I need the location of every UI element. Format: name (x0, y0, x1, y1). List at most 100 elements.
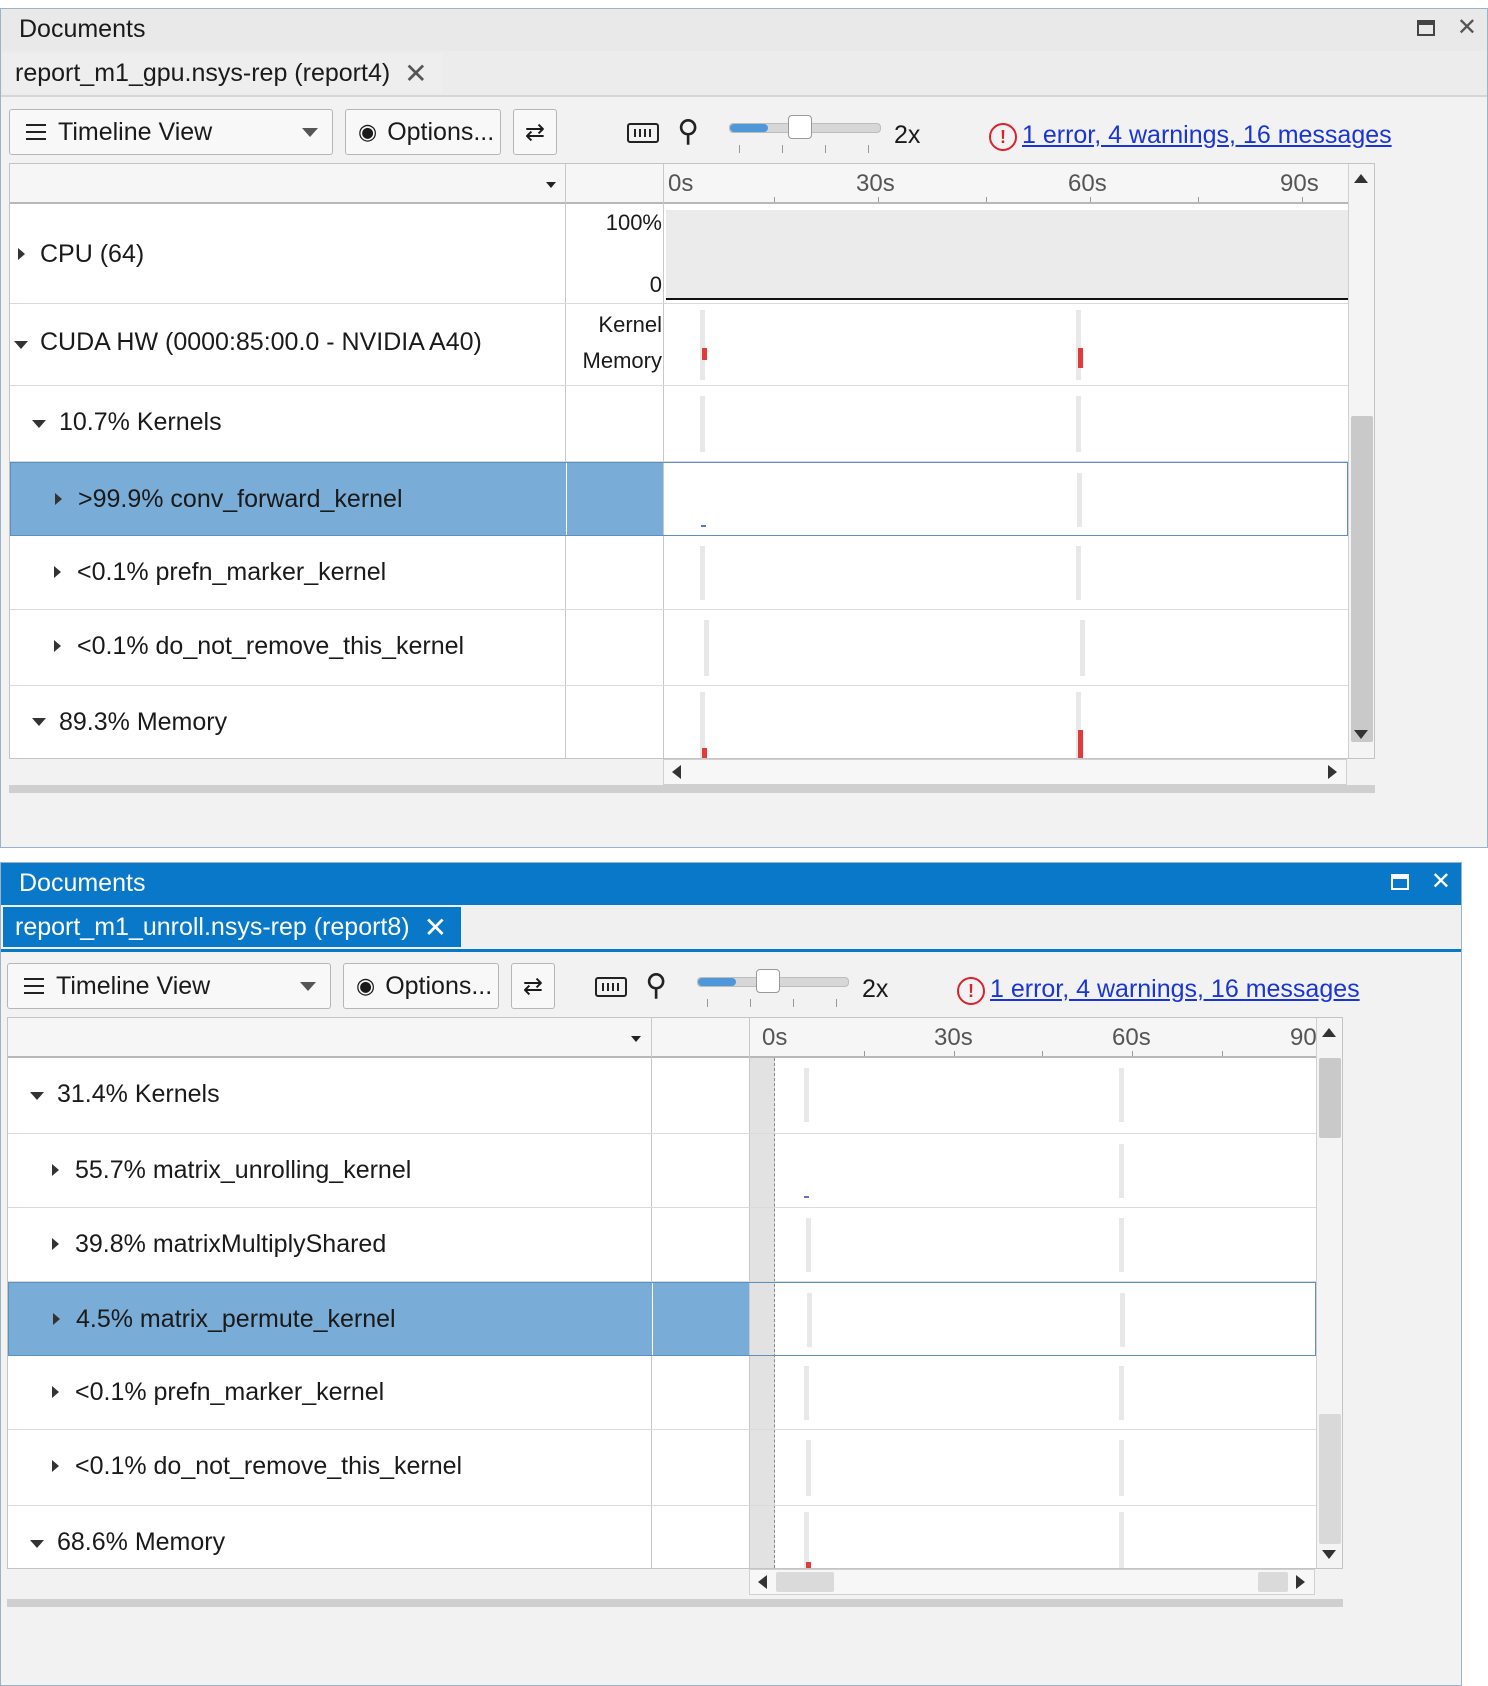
maximize-icon[interactable] (1416, 20, 1435, 36)
tab-close-icon[interactable]: ✕ (404, 57, 427, 90)
vertical-scroll-thumb[interactable] (1351, 416, 1373, 742)
view-selector-label: Timeline View (56, 971, 211, 1000)
zoom-slider[interactable] (729, 115, 881, 139)
zoom-level: 2x (894, 121, 921, 149)
options-button[interactable]: ◉ Options... (343, 963, 499, 1009)
error-circle-icon: ! (989, 123, 1017, 151)
messages-link[interactable]: 1 error, 4 warnings, 16 messages (1022, 121, 1392, 150)
scroll-down-icon[interactable] (1322, 1550, 1336, 1559)
chevron-down-icon (300, 982, 316, 991)
expand-arrow-icon[interactable] (52, 1386, 59, 1398)
zoom-slider[interactable] (697, 969, 849, 993)
cpu-utilization-chart (666, 210, 1348, 300)
close-icon[interactable]: ✕ (1457, 16, 1477, 40)
scroll-up-icon[interactable] (1322, 1028, 1336, 1037)
tree-row-do-not-remove-this-kernel[interactable]: <0.1% do_not_remove_this_kernel (8, 1430, 1316, 1506)
collapse-arrow-icon[interactable] (32, 420, 46, 428)
tab-label: report_m1_unroll.nsys-rep (report8) (15, 912, 410, 941)
tree-row-conv-forward-kernel[interactable]: >99.9% conv_forward_kernel (10, 462, 1348, 536)
expand-arrow-icon[interactable] (18, 248, 25, 260)
tab-report4[interactable]: report_m1_gpu.nsys-rep (report4) ✕ (3, 53, 442, 93)
tree-row-matrixmultiplyshared[interactable]: 39.8% matrixMultiplyShared (8, 1208, 1316, 1282)
expand-arrow-icon[interactable] (54, 566, 61, 578)
cpu-axis-bottom: 0 (649, 272, 662, 297)
row-label: 31.4% Kernels (57, 1080, 220, 1108)
cpu-axis-top: 100% (605, 210, 662, 235)
swap-button[interactable]: ⇄ (511, 963, 555, 1009)
hamburger-icon (26, 124, 46, 140)
horizontal-scrollbar[interactable] (663, 759, 1347, 785)
zoom-slider-thumb[interactable] (787, 115, 812, 139)
maximize-icon[interactable] (1390, 874, 1409, 890)
expand-arrow-icon[interactable] (52, 1164, 59, 1176)
collapse-arrow-icon[interactable] (30, 1540, 44, 1548)
vertical-scrollbar[interactable] (1316, 1018, 1342, 1568)
tree-row-prefn-marker-kernel[interactable]: <0.1% prefn_marker_kernel (10, 536, 1348, 610)
keyboard-icon[interactable] (627, 123, 659, 143)
view-selector-dropdown[interactable]: Timeline View (7, 963, 331, 1009)
ruler-label: 60s (1112, 1024, 1151, 1051)
tree-row-matrix-unrolling-kernel[interactable]: 55.7% matrix_unrolling_kernel (8, 1134, 1316, 1208)
row-label: CPU (64) (40, 240, 145, 268)
expand-arrow-icon[interactable] (52, 1460, 59, 1472)
tree-row-memory[interactable]: 89.3% Memory (10, 686, 1348, 758)
expand-arrow-icon[interactable] (53, 1313, 60, 1325)
timeline-header-row: 0s 30s 60s 90s (10, 164, 1374, 204)
panel-bottom-scroll (9, 785, 1375, 793)
row-label: 89.3% Memory (59, 708, 228, 736)
tree-row-cpu[interactable]: CPU (64) 100% 0 (10, 204, 1348, 304)
column-menu-caret-icon[interactable] (631, 1036, 641, 1042)
documents-title: Documents (19, 15, 146, 43)
tree-row-do-not-remove-this-kernel[interactable]: <0.1% do_not_remove_this_kernel (10, 610, 1348, 686)
swap-button[interactable]: ⇄ (513, 109, 557, 155)
scroll-left-icon[interactable] (672, 765, 681, 779)
horizontal-scroll-thumb[interactable] (776, 1572, 834, 1592)
collapse-arrow-icon[interactable] (14, 341, 28, 349)
keyboard-icon[interactable] (595, 977, 627, 997)
timeline-grid: 0s 30s 60s 90s CPU (64) 100% 0 CUDA HW (… (9, 163, 1375, 759)
view-selector-dropdown[interactable]: Timeline View (9, 109, 333, 155)
scroll-right-icon[interactable] (1296, 1575, 1305, 1589)
documents-header: Documents ✕ (1, 863, 1461, 905)
scroll-right-icon[interactable] (1328, 765, 1337, 779)
scroll-up-icon[interactable] (1354, 174, 1368, 183)
tree-row-matrix-permute-kernel[interactable]: 4.5% matrix_permute_kernel (8, 1282, 1316, 1356)
scroll-down-icon[interactable] (1354, 730, 1368, 739)
tab-close-icon[interactable]: ✕ (424, 911, 447, 944)
zoom-out-icon[interactable]: ⚲ (677, 115, 699, 148)
collapse-arrow-icon[interactable] (30, 1092, 44, 1100)
tab-report8[interactable]: report_m1_unroll.nsys-rep (report8) ✕ (3, 907, 462, 947)
swap-arrows-icon: ⇄ (524, 118, 546, 146)
zoom-slider-thumb[interactable] (755, 969, 780, 993)
tree-row-memory[interactable]: 68.6% Memory (8, 1506, 1316, 1568)
close-icon[interactable]: ✕ (1431, 870, 1451, 894)
memory-activity-mark (806, 1562, 811, 1568)
toolbar: Timeline View ◉ Options... ⇄ ⚲ 2x ! 1 er… (1, 963, 1461, 1019)
ruler-label: 90s (1280, 170, 1319, 197)
options-button[interactable]: ◉ Options... (345, 109, 501, 155)
row-label: <0.1% prefn_marker_kernel (77, 558, 387, 586)
ruler-label: 30s (856, 170, 895, 197)
tree-row-kernels[interactable]: 10.7% Kernels (10, 386, 1348, 462)
row-label: >99.9% conv_forward_kernel (78, 485, 403, 513)
vertical-scroll-thumb[interactable] (1319, 1058, 1341, 1138)
expand-arrow-icon[interactable] (54, 640, 61, 652)
tree-row-cuda-hw[interactable]: CUDA HW (0000:85:00.0 - NVIDIA A40) Kern… (10, 304, 1348, 386)
memory-activity-mark (1078, 730, 1083, 758)
view-selector-label: Timeline View (58, 117, 213, 146)
expand-arrow-icon[interactable] (52, 1238, 59, 1250)
column-menu-caret-icon[interactable] (546, 182, 556, 188)
tree-row-prefn-marker-kernel[interactable]: <0.1% prefn_marker_kernel (8, 1356, 1316, 1430)
expand-arrow-icon[interactable] (55, 493, 62, 505)
horizontal-scrollbar[interactable] (749, 1569, 1315, 1595)
zoom-out-icon[interactable]: ⚲ (645, 969, 667, 1002)
messages-link[interactable]: 1 error, 4 warnings, 16 messages (990, 975, 1360, 1004)
collapse-arrow-icon[interactable] (32, 718, 46, 726)
vertical-scrollbar[interactable] (1348, 164, 1374, 758)
tree-row-kernels[interactable]: 31.4% Kernels (8, 1058, 1316, 1134)
row-label: 55.7% matrix_unrolling_kernel (75, 1156, 412, 1184)
scroll-left-icon[interactable] (758, 1575, 767, 1589)
document-tab-bar: report_m1_gpu.nsys-rep (report4) ✕ (1, 51, 1487, 97)
kernel-lane-label: Kernel (598, 312, 662, 337)
panel-bottom-scroll (7, 1599, 1343, 1607)
